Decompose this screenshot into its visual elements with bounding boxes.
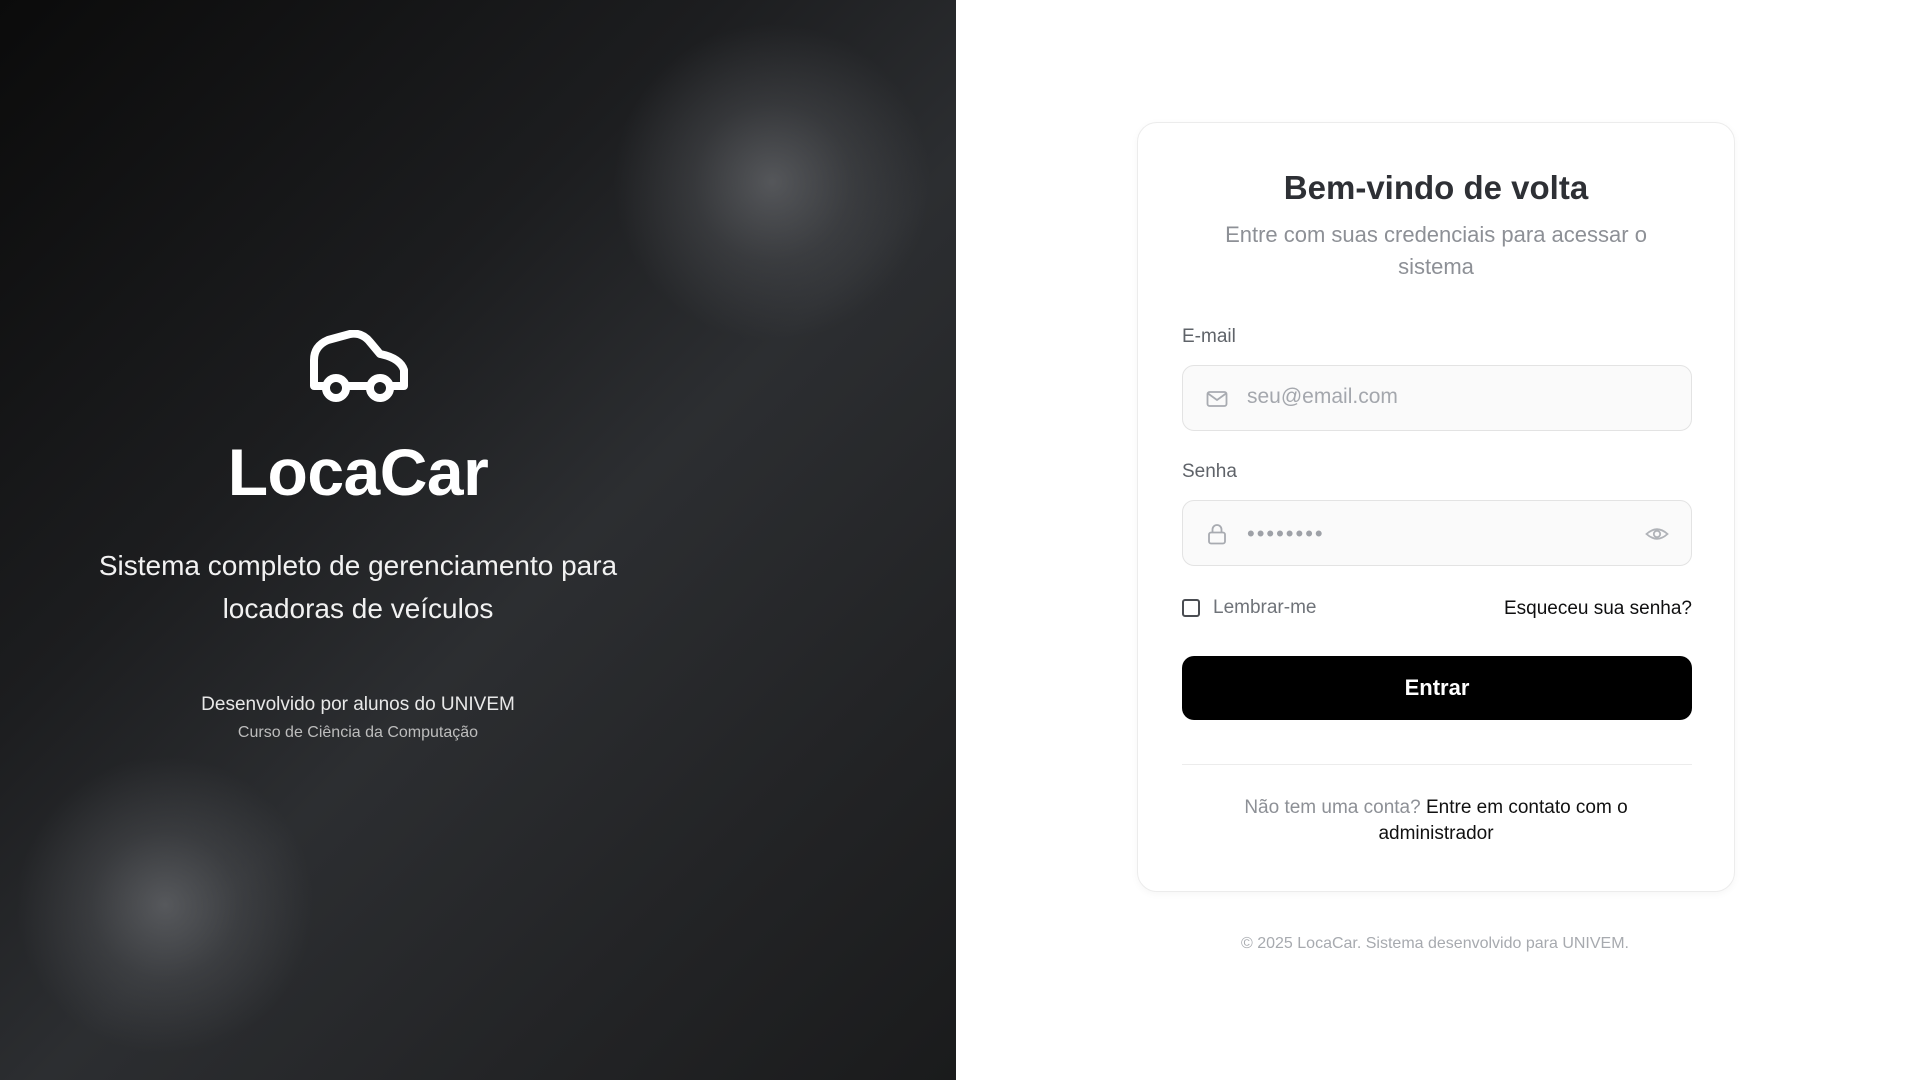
forgot-password-link[interactable]: Esqueceu sua senha? bbox=[1504, 598, 1692, 620]
remember-checkbox[interactable] bbox=[1182, 599, 1200, 617]
hero-tagline: Sistema completo de gerenciamento para l… bbox=[98, 550, 618, 624]
login-page: LocaCar Sistema completo de gerenciament… bbox=[0, 0, 1912, 1080]
divider bbox=[1182, 764, 1692, 765]
password-placeholder: •••••••• bbox=[1247, 521, 1325, 546]
developed-by-text: Desenvolvido por alunos do UNIVEM bbox=[201, 694, 515, 715]
no-account-prefix: Não tem uma conta? bbox=[1244, 797, 1421, 818]
hero-content: LocaCar Sistema completo de gerenciament… bbox=[0, 330, 716, 742]
remember-me[interactable]: Lembrar-me bbox=[1182, 597, 1316, 619]
login-panel: Bem-vindo de volta Entre com suas creden… bbox=[956, 0, 1912, 1080]
lock-icon bbox=[1208, 524, 1226, 545]
eye-icon[interactable] bbox=[1645, 523, 1669, 545]
decorative-glow-top bbox=[612, 22, 932, 342]
password-label: Senha bbox=[1182, 461, 1237, 482]
decorative-glow-bottom bbox=[15, 755, 315, 1055]
car-icon bbox=[310, 330, 408, 402]
no-account-text: Não tem uma conta? Entre em contato com … bbox=[1218, 795, 1654, 847]
password-field[interactable]: •••••••• bbox=[1182, 500, 1692, 566]
brand-name: LocaCar bbox=[227, 435, 489, 509]
login-subtitle: Entre com suas credenciais para acessar … bbox=[1225, 222, 1647, 279]
remember-label: Lembrar-me bbox=[1213, 597, 1317, 618]
email-placeholder: seu@email.com bbox=[1247, 385, 1398, 408]
login-button[interactable]: Entrar bbox=[1182, 656, 1692, 720]
email-field[interactable]: seu@email.com bbox=[1182, 365, 1692, 431]
email-label: E-mail bbox=[1182, 326, 1236, 347]
login-card: Bem-vindo de volta Entre com suas creden… bbox=[1137, 122, 1735, 892]
course-text: Curso de Ciência da Computação bbox=[237, 724, 479, 741]
mail-icon bbox=[1206, 391, 1228, 407]
footer-text: © 2025 LocaCar. Sistema desenvolvido par… bbox=[1241, 935, 1629, 952]
footer: © 2025 LocaCar. Sistema desenvolvido par… bbox=[956, 935, 1912, 953]
login-title: Bem-vindo de volta bbox=[1283, 169, 1589, 206]
hero-panel: LocaCar Sistema completo de gerenciament… bbox=[0, 0, 956, 1080]
